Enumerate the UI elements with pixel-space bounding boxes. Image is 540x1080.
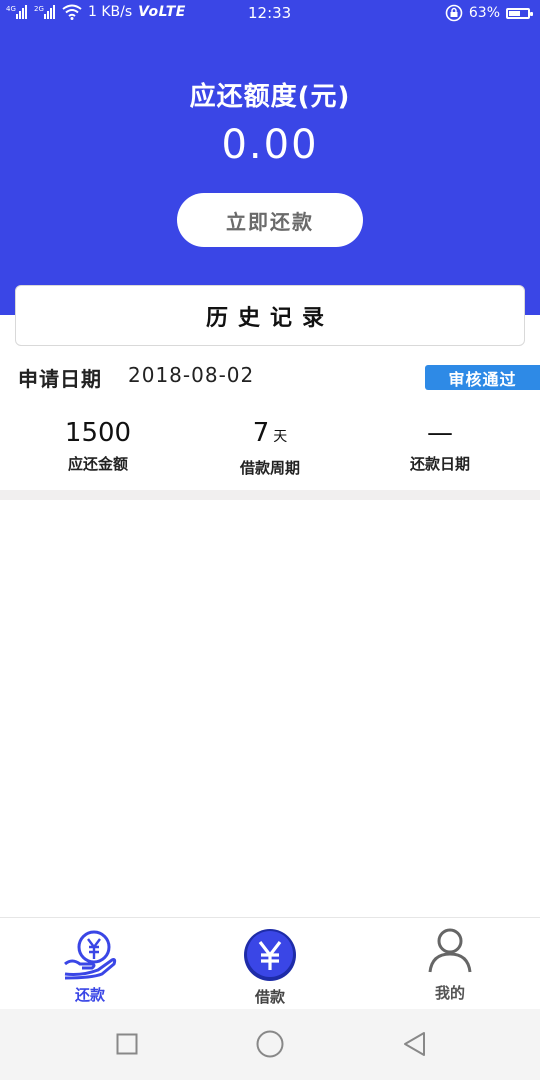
system-nav-bar (0, 1009, 540, 1080)
status-badge: 审核通过 (425, 365, 540, 390)
home-icon[interactable] (256, 1030, 284, 1058)
apply-date-value: 2018-08-02 (128, 363, 255, 387)
tab-borrow-label: 借款 (254, 988, 285, 1006)
net-4g-label: 4G (6, 5, 16, 13)
stat-loan-period: 7天 借款周期 (180, 417, 360, 478)
net-2g-label: 2G (34, 5, 44, 13)
back-icon[interactable] (402, 1031, 428, 1057)
repay-hand-yen-icon (64, 930, 117, 980)
loan-record-item[interactable]: 申请日期 2018-08-02 审核通过 1500 应还金额 7天 借款周期 —… (0, 355, 540, 490)
stat-repay-date-label: 还款日期 (409, 455, 470, 473)
signal-4g-icon: 4G (6, 5, 27, 19)
recent-apps-icon[interactable] (116, 1033, 138, 1055)
tab-repay[interactable]: 还款 (0, 918, 180, 1010)
tab-repay-label: 还款 (74, 986, 105, 1004)
stat-loan-period-label: 借款周期 (239, 459, 300, 477)
header-panel: 4G 2G 1 KB/s VoLTE 12:33 63% 应还额度(元) 0.0… (0, 0, 540, 315)
section-divider (0, 490, 540, 500)
history-records-header: 历史记录 (15, 285, 525, 346)
stat-amount-due-label: 应还金额 (67, 455, 128, 473)
apply-date-label: 申请日期 (18, 367, 102, 391)
stat-loan-period-unit: 天 (273, 429, 288, 445)
tab-mine-label: 我的 (434, 984, 465, 1002)
yen-coin-icon (244, 929, 296, 981)
network-speed: 1 KB/s (88, 4, 133, 20)
amount-due-value: 0.00 (221, 122, 319, 168)
battery-icon (506, 7, 533, 19)
amount-due-title: 应还额度(元) (189, 82, 351, 112)
repay-now-button[interactable]: 立即还款 (177, 193, 363, 247)
rotation-lock-icon (445, 4, 463, 22)
clock: 12:33 (248, 4, 292, 22)
status-bar: 4G 2G 1 KB/s VoLTE 12:33 63% (0, 0, 540, 26)
signal-2g-icon: 2G (34, 5, 55, 19)
stat-amount-due: 1500 应还金额 (8, 417, 188, 474)
stat-amount-due-value: 1500 (64, 418, 132, 448)
volte-indicator: VoLTE (138, 4, 186, 20)
stat-loan-period-value: 7 (252, 418, 270, 448)
user-profile-icon (428, 928, 472, 973)
battery-percent: 63% (468, 5, 500, 21)
bottom-tab-bar: 还款 借款 我的 (0, 917, 540, 1009)
stat-repay-date: — 还款日期 (350, 417, 530, 474)
wifi-icon (62, 4, 82, 20)
tab-mine[interactable]: 我的 (360, 918, 540, 1010)
tab-borrow[interactable]: 借款 (180, 918, 360, 1010)
stat-repay-date-value: — (427, 418, 453, 448)
battery-level-fill (509, 10, 520, 16)
